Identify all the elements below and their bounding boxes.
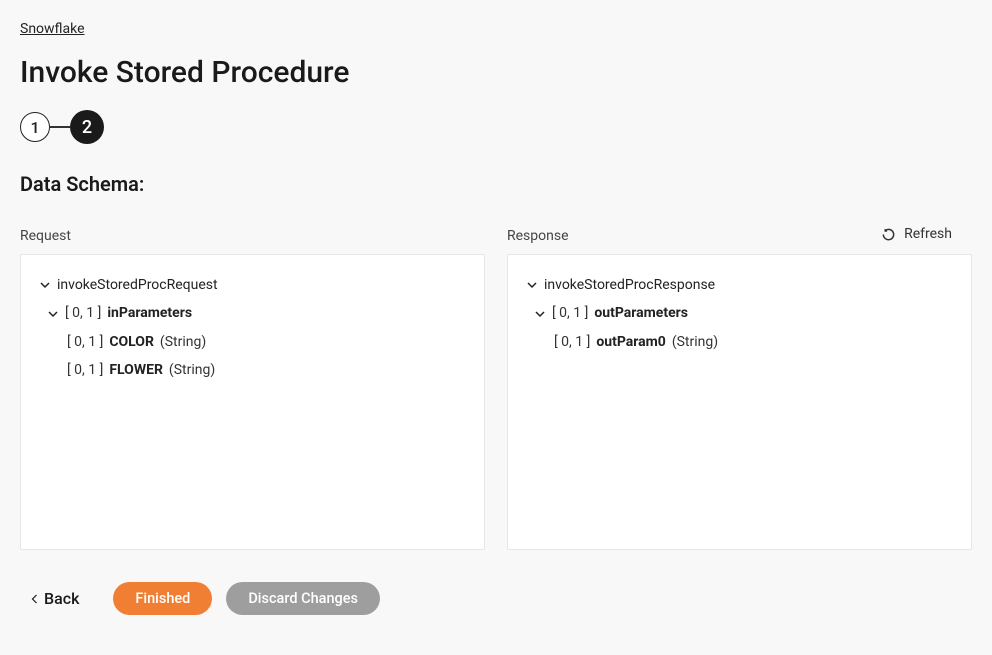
param-name: COLOR — [109, 331, 154, 353]
section-title: Data Schema: — [20, 172, 972, 196]
chevron-down-icon[interactable] — [526, 279, 538, 291]
response-root: invokeStoredProcResponse — [544, 274, 715, 296]
request-panel: invokeStoredProcRequest [ 0, 1 ] inParam… — [20, 254, 485, 550]
request-root: invokeStoredProcRequest — [57, 274, 218, 296]
chevron-down-icon[interactable] — [534, 308, 546, 320]
param-name: FLOWER — [109, 359, 163, 381]
request-params-name: inParameters — [107, 302, 192, 324]
step-2[interactable]: 2 — [70, 110, 104, 144]
step-1[interactable]: 1 — [20, 112, 50, 142]
back-label: Back — [44, 589, 79, 608]
param-type: (String) — [160, 331, 206, 353]
tree-leaf: [ 0, 1 ] COLOR (String) — [39, 328, 466, 356]
page-title: Invoke Stored Procedure — [20, 55, 972, 90]
step-connector — [50, 126, 70, 127]
param-card: [ 0, 1 ] — [67, 331, 103, 353]
response-params-card: [ 0, 1 ] — [552, 302, 588, 324]
tree-leaf: [ 0, 1 ] outParam0 (String) — [526, 328, 953, 356]
chevron-down-icon[interactable] — [39, 279, 51, 291]
request-label: Request — [20, 228, 485, 244]
request-params-card: [ 0, 1 ] — [65, 302, 101, 324]
param-card: [ 0, 1 ] — [554, 331, 590, 353]
finished-button[interactable]: Finished — [113, 582, 212, 615]
param-card: [ 0, 1 ] — [67, 359, 103, 381]
response-params-name: outParameters — [594, 302, 688, 324]
chevron-left-icon — [30, 594, 40, 604]
breadcrumb-link[interactable]: Snowflake — [20, 21, 85, 37]
param-type: (String) — [672, 331, 718, 353]
param-type: (String) — [169, 359, 215, 381]
wizard-steps: 1 2 — [20, 110, 972, 144]
tree-leaf: [ 0, 1 ] FLOWER (String) — [39, 356, 466, 384]
param-name: outParam0 — [596, 331, 665, 353]
response-label: Response — [507, 228, 972, 244]
response-panel: invokeStoredProcResponse [ 0, 1 ] outPar… — [507, 254, 972, 550]
chevron-down-icon[interactable] — [47, 308, 59, 320]
discard-button[interactable]: Discard Changes — [226, 582, 380, 615]
back-button[interactable]: Back — [30, 589, 99, 608]
